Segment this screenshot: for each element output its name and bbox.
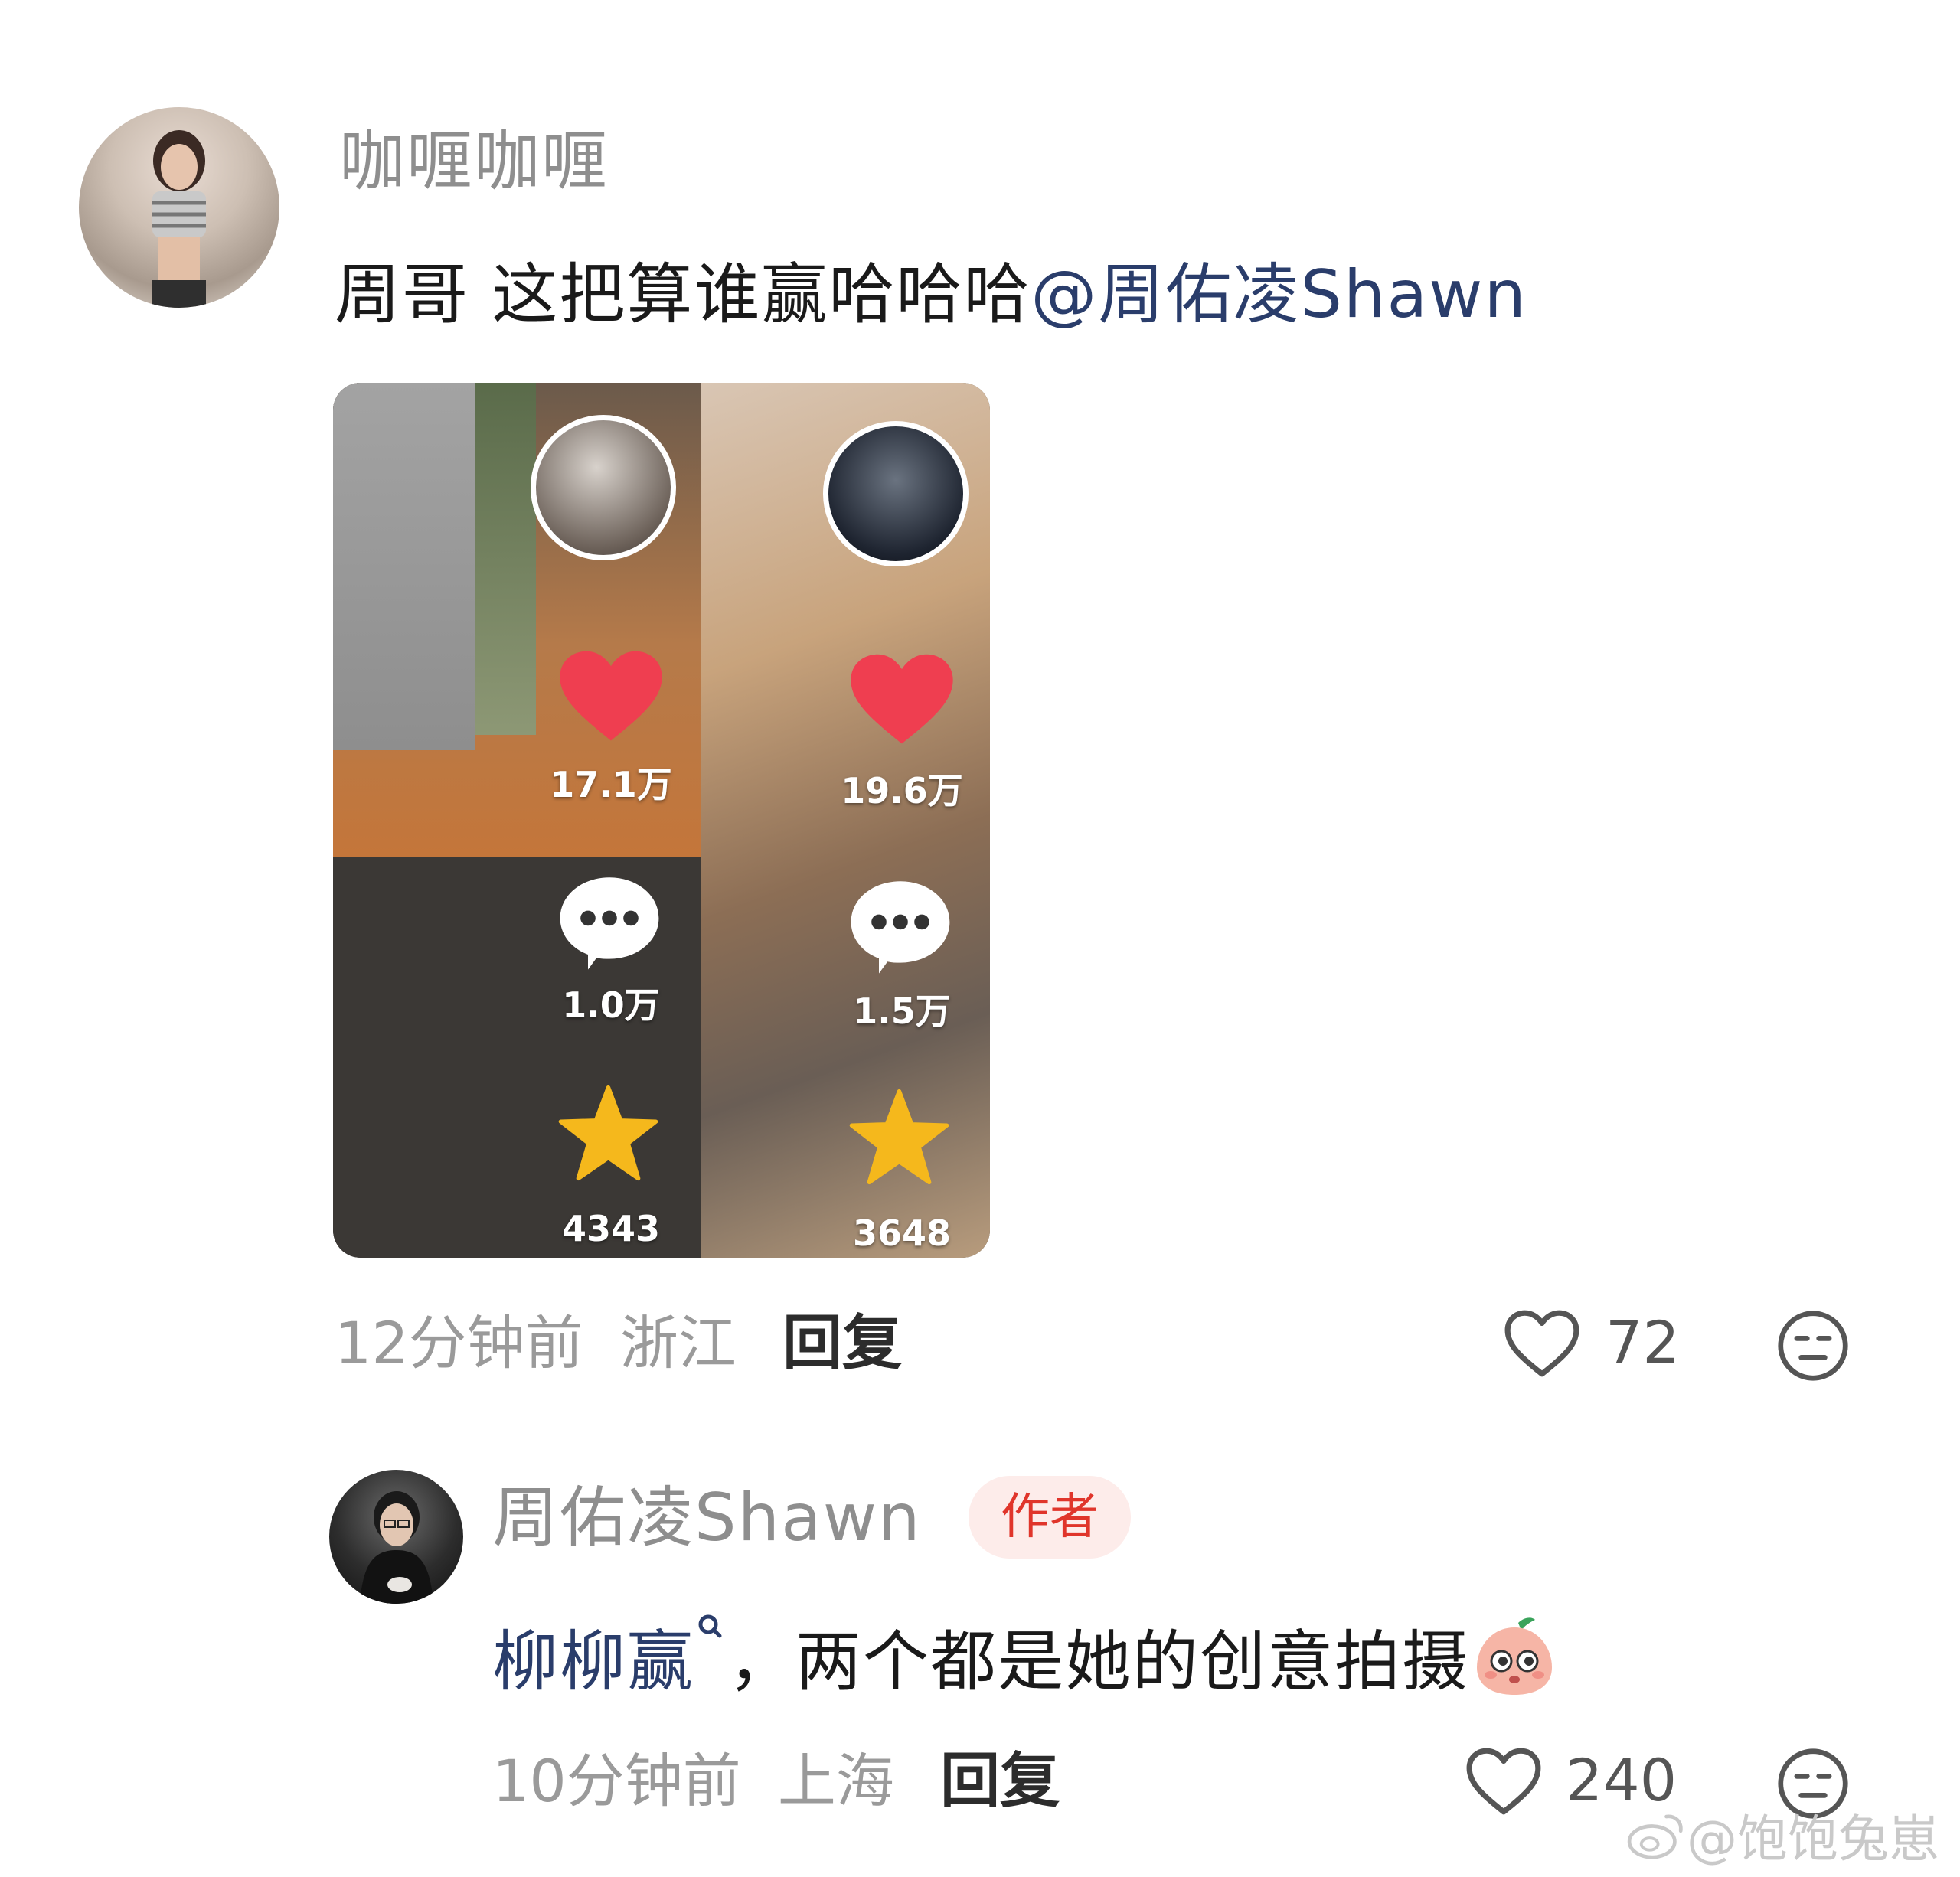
left-favorite-count: 4343 bbox=[561, 1208, 661, 1249]
left-comment-count: 1.0万 bbox=[562, 984, 660, 1026]
comment-image[interactable]: 17.1万 1.0万 4343 19.6万 1.5万 3648 bbox=[333, 383, 990, 1258]
left-creator-avatar bbox=[531, 415, 676, 560]
replier-username[interactable]: 周佑凌Shawn bbox=[492, 1485, 922, 1551]
comment-location: 浙江 bbox=[619, 1309, 737, 1377]
commenter-username[interactable]: 咖喱咖喱 bbox=[339, 129, 609, 194]
watermark: @饱饱兔崽 bbox=[1627, 1810, 1939, 1865]
reply-text: 柳柳赢 ，两个都是她的创意拍摄 bbox=[492, 1614, 1557, 1698]
comment-bubble-icon bbox=[560, 877, 659, 970]
reply-time: 10分钟前 bbox=[492, 1747, 741, 1815]
star-icon bbox=[849, 1089, 949, 1185]
right-creator-avatar bbox=[823, 421, 969, 566]
author-badge: 作者 bbox=[969, 1476, 1131, 1559]
reply-location: 上海 bbox=[777, 1747, 894, 1815]
left-like-count: 17.1万 bbox=[550, 764, 672, 805]
mention-link[interactable]: @周佑凌Shawn bbox=[1031, 256, 1527, 333]
neutral-face-icon[interactable] bbox=[1776, 1309, 1850, 1382]
watermark-text: @饱饱兔崽 bbox=[1687, 1810, 1939, 1869]
comment-text: 周哥 这把算谁赢哈哈哈@周佑凌Shawn bbox=[335, 262, 1527, 328]
avatar-figure bbox=[152, 130, 206, 308]
weibo-logo-icon bbox=[1627, 1814, 1683, 1859]
heart-outline-icon[interactable] bbox=[1465, 1745, 1543, 1819]
mention-link[interactable]: 柳柳赢 bbox=[492, 1624, 694, 1700]
star-icon bbox=[558, 1085, 658, 1181]
right-like-count: 19.6万 bbox=[841, 770, 963, 811]
avatar-figure bbox=[360, 1491, 433, 1604]
comment-time: 12分钟前 bbox=[335, 1309, 583, 1377]
left-video-plant-block bbox=[475, 383, 536, 735]
heart-outline-icon[interactable] bbox=[1503, 1307, 1581, 1381]
peach-emoji-icon bbox=[1477, 1617, 1552, 1695]
right-comment-count: 1.5万 bbox=[853, 991, 951, 1032]
replier-avatar[interactable] bbox=[329, 1470, 463, 1604]
left-video-grey-block bbox=[333, 383, 475, 750]
search-tag-icon bbox=[698, 1614, 722, 1638]
like-count: 72 bbox=[1606, 1308, 1680, 1376]
comment-body: 周哥 这把算谁赢哈哈哈 bbox=[335, 256, 1031, 333]
reply-button[interactable]: 回复 bbox=[782, 1309, 902, 1378]
like-count: 240 bbox=[1566, 1746, 1677, 1814]
reply-body: ，两个都是她的创意拍摄 bbox=[728, 1624, 1469, 1700]
comment-bubble-icon bbox=[851, 881, 950, 974]
commenter-avatar[interactable] bbox=[79, 107, 279, 308]
heart-icon bbox=[560, 651, 662, 741]
reply-meta: 10分钟前 上海 回复 bbox=[492, 1751, 1060, 1811]
right-favorite-count: 3648 bbox=[852, 1213, 952, 1254]
heart-icon bbox=[851, 654, 953, 744]
reply-button[interactable]: 回复 bbox=[940, 1747, 1060, 1816]
comment-meta: 12分钟前 浙江 回复 bbox=[335, 1314, 902, 1373]
